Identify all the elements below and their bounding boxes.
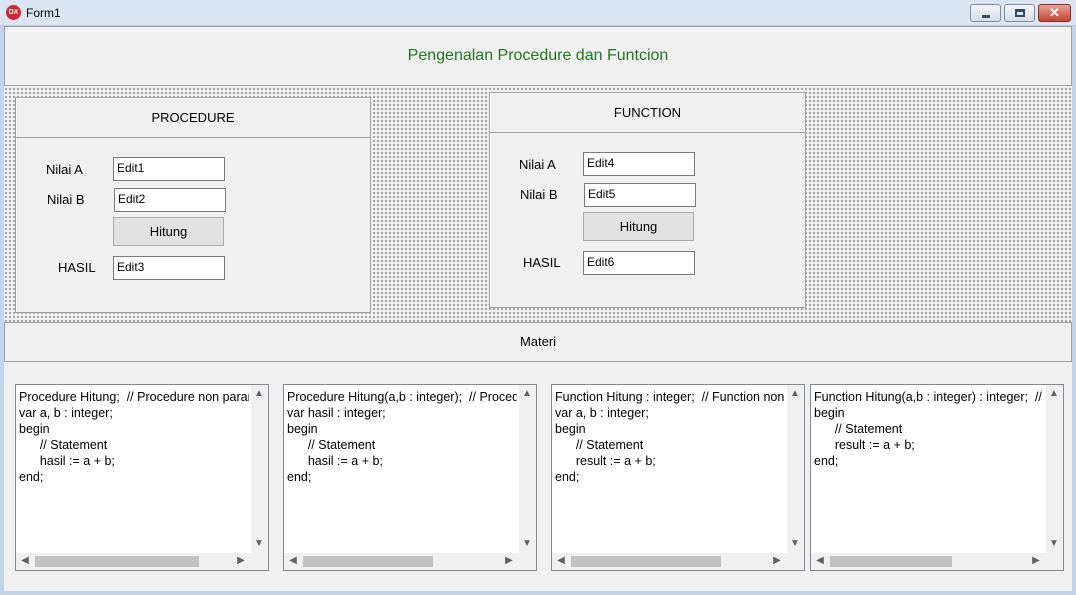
vertical-scrollbar[interactable]: ▲ ▼	[519, 385, 536, 553]
scroll-up-icon[interactable]: ▲	[520, 387, 534, 401]
horizontal-scrollbar[interactable]: ◀ ▶	[552, 553, 804, 570]
scroll-up-icon[interactable]: ▲	[1047, 387, 1061, 401]
scroll-thumb[interactable]	[35, 556, 199, 567]
scroll-up-icon[interactable]: ▲	[788, 387, 802, 401]
procedure-label-hasil: HASIL	[58, 260, 96, 275]
scroll-left-icon[interactable]: ◀	[813, 554, 827, 568]
scroll-thumb[interactable]	[830, 556, 952, 567]
scroll-right-icon[interactable]: ▶	[234, 554, 248, 568]
scroll-down-icon[interactable]: ▼	[788, 537, 802, 551]
function-panel-title: FUNCTION	[490, 93, 805, 133]
window-title: Form1	[26, 6, 61, 20]
scroll-left-icon[interactable]: ◀	[286, 554, 300, 568]
title-bar[interactable]	[0, 0, 1076, 26]
memo-procedure-parameter[interactable]: Procedure Hitung(a,b : integer); // Proc…	[283, 384, 537, 571]
page-title: Pengenalan Procedure dan Funtcion	[407, 47, 669, 64]
scroll-down-icon[interactable]: ▼	[252, 537, 266, 551]
procedure-panel-title: PROCEDURE	[16, 98, 370, 138]
procedure-panel: PROCEDURE Nilai A Edit1 Nilai B Edit2 Hi…	[15, 97, 371, 313]
function-panel: FUNCTION Nilai A Edit4 Nilai B Edit5 Hit…	[489, 92, 806, 308]
function-label-nilai-a: Nilai A	[519, 157, 556, 172]
scroll-down-icon[interactable]: ▼	[1047, 537, 1061, 551]
memo-text[interactable]: Procedure Hitung; // Procedure non param…	[19, 389, 249, 549]
scroll-thumb[interactable]	[571, 556, 721, 567]
scroll-down-icon[interactable]: ▼	[520, 537, 534, 551]
procedure-edit-nilai-b[interactable]: Edit2	[114, 188, 226, 212]
function-label-nilai-b: Nilai B	[520, 187, 558, 202]
scroll-left-icon[interactable]: ◀	[18, 554, 32, 568]
scroll-corner	[1046, 553, 1063, 570]
materi-panel: Materi	[4, 322, 1072, 362]
maximize-button[interactable]	[1004, 4, 1035, 22]
function-label-hasil: HASIL	[523, 255, 561, 270]
procedure-edit-nilai-a[interactable]: Edit1	[113, 157, 225, 181]
close-button[interactable]: ✕	[1038, 4, 1071, 22]
scroll-right-icon[interactable]: ▶	[770, 554, 784, 568]
vertical-scrollbar[interactable]: ▲ ▼	[251, 385, 268, 553]
vertical-scrollbar[interactable]: ▲ ▼	[1046, 385, 1063, 553]
minimize-icon	[982, 15, 990, 18]
function-edit-hasil[interactable]: Edit6	[583, 251, 695, 275]
procedure-edit-hasil[interactable]: Edit3	[113, 256, 225, 280]
memo-function-non-parameter[interactable]: Function Hitung : integer; // Function n…	[551, 384, 805, 571]
memo-text[interactable]: Function Hitung : integer; // Function n…	[555, 389, 785, 549]
procedure-label-nilai-b: Nilai B	[47, 192, 85, 207]
horizontal-scrollbar[interactable]: ◀ ▶	[16, 553, 268, 570]
scroll-right-icon[interactable]: ▶	[1029, 554, 1043, 568]
vertical-scrollbar[interactable]: ▲ ▼	[787, 385, 804, 553]
minimize-button[interactable]	[970, 4, 1001, 22]
horizontal-scrollbar[interactable]: ◀ ▶	[284, 553, 536, 570]
horizontal-scrollbar[interactable]: ◀ ▶	[811, 553, 1063, 570]
scroll-up-icon[interactable]: ▲	[252, 387, 266, 401]
scroll-left-icon[interactable]: ◀	[554, 554, 568, 568]
maximize-icon	[1015, 9, 1025, 17]
scroll-corner	[787, 553, 804, 570]
memo-text[interactable]: Function Hitung(a,b : integer) : integer…	[814, 389, 1044, 549]
procedure-hitung-button[interactable]: Hitung	[113, 217, 224, 246]
memo-procedure-non-parameter[interactable]: Procedure Hitung; // Procedure non param…	[15, 384, 269, 571]
function-hitung-button[interactable]: Hitung	[583, 212, 694, 241]
memo-function-parameter[interactable]: Function Hitung(a,b : integer) : integer…	[810, 384, 1064, 571]
scroll-corner	[519, 553, 536, 570]
procedure-label-nilai-a: Nilai A	[46, 162, 83, 177]
scroll-right-icon[interactable]: ▶	[502, 554, 516, 568]
function-edit-nilai-b[interactable]: Edit5	[584, 183, 696, 207]
memo-text[interactable]: Procedure Hitung(a,b : integer); // Proc…	[287, 389, 517, 549]
scroll-thumb[interactable]	[303, 556, 433, 567]
scroll-corner	[251, 553, 268, 570]
function-edit-nilai-a[interactable]: Edit4	[583, 152, 695, 176]
close-icon: ✕	[1049, 5, 1060, 20]
header-panel: Pengenalan Procedure dan Funtcion	[4, 26, 1072, 86]
app-icon: DX	[6, 5, 21, 20]
